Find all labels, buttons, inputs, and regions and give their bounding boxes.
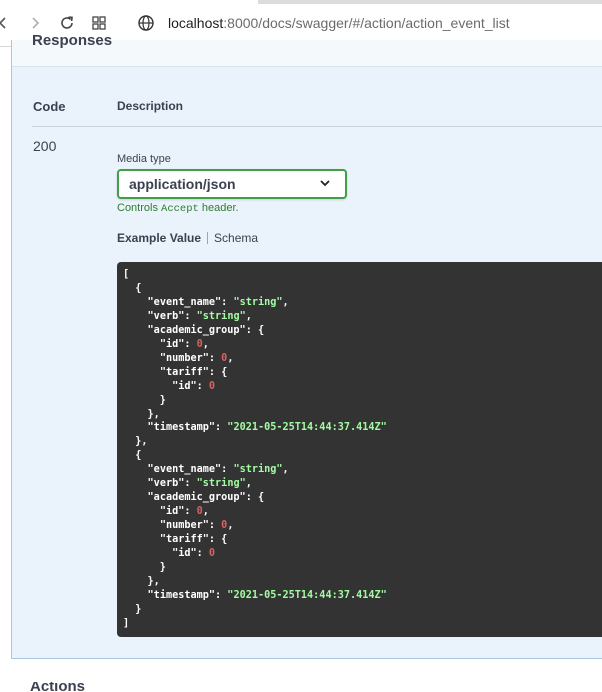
event-name-value: string xyxy=(239,296,277,308)
tariff-id-value: 0 xyxy=(208,548,216,560)
responses-header: Responses xyxy=(12,32,602,67)
group-number-value: 0 xyxy=(221,520,228,532)
tab-schema[interactable]: Schema xyxy=(214,231,258,245)
event-name-value: string xyxy=(239,464,277,476)
header-divider xyxy=(32,126,602,127)
tab-separator xyxy=(207,232,209,244)
timestamp-value: 2021-05-25T14:44:37.414Z xyxy=(233,422,381,434)
address-url[interactable]: localhost:8000/docs/swagger/#/action/act… xyxy=(168,15,510,31)
tab-example-value[interactable]: Example Value xyxy=(117,231,201,245)
group-number-value: 0 xyxy=(221,352,228,364)
tab-strip xyxy=(258,0,602,4)
url-path: :8000/docs/swagger/#/action/action_event… xyxy=(223,15,510,31)
media-type-value: application/json xyxy=(129,176,236,192)
controls-accept-code: Accept xyxy=(161,203,199,215)
verb-value: string xyxy=(202,310,240,322)
response-code: 200 xyxy=(33,138,57,154)
controls-prefix: Controls xyxy=(117,202,162,214)
address-bar[interactable]: localhost:8000/docs/swagger/#/action/act… xyxy=(134,8,602,38)
verb-value: string xyxy=(202,478,240,490)
example-json-block[interactable]: [ { "event_name": "string", "verb": "str… xyxy=(117,262,602,637)
reload-icon[interactable] xyxy=(56,12,78,34)
example-json-code: [ { "event_name": "string", "verb": "str… xyxy=(123,269,387,629)
apps-icon[interactable] xyxy=(88,12,110,34)
responses-title: Responses xyxy=(32,32,113,49)
tariff-id-value: 0 xyxy=(208,380,216,392)
next-section-heading: Actions xyxy=(30,682,90,692)
responses-panel: Responses Code Description 200 Media typ… xyxy=(11,32,602,659)
forward-icon[interactable] xyxy=(24,12,46,34)
controls-accept-note: Controls Accept header. xyxy=(117,202,239,215)
media-type-select[interactable]: application/json xyxy=(117,169,347,199)
back-icon[interactable] xyxy=(0,12,14,34)
url-host: localhost xyxy=(168,15,224,31)
globe-icon xyxy=(138,15,154,31)
chevron-down-icon xyxy=(320,180,330,187)
column-code-header: Code xyxy=(33,99,66,114)
example-schema-tabs: Example Value Schema xyxy=(117,231,258,245)
group-id-value: 0 xyxy=(196,506,203,518)
group-id-value: 0 xyxy=(196,338,203,350)
next-section-title: Actions xyxy=(30,682,86,692)
timestamp-value: 2021-05-25T14:44:37.414Z xyxy=(233,589,381,601)
media-type-label: Media type xyxy=(117,153,171,165)
controls-suffix: header. xyxy=(198,202,239,214)
column-description-header: Description xyxy=(117,99,184,113)
